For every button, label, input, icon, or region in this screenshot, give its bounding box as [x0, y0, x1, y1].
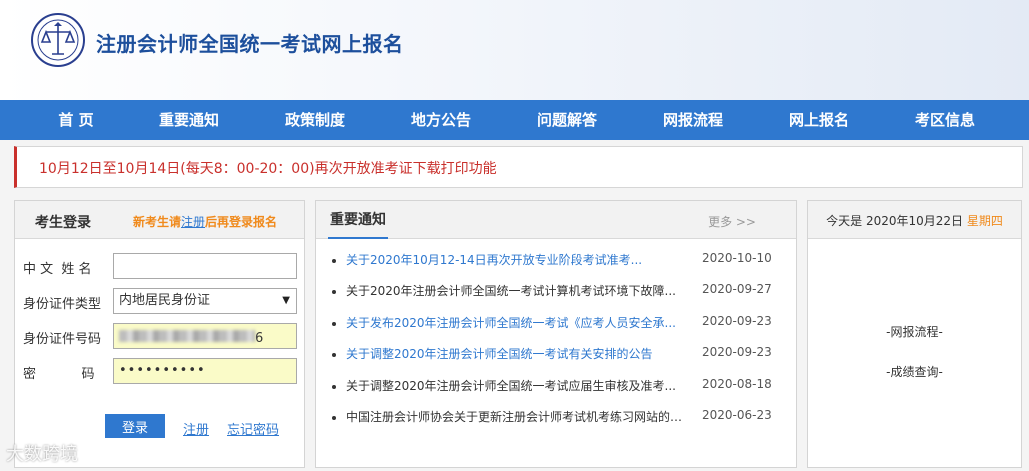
nav-online-registration[interactable]: 网上报名: [756, 100, 882, 140]
login-title: 考生登录: [35, 215, 91, 231]
name-input[interactable]: [113, 253, 297, 279]
news-item-date: 2020-09-23: [702, 313, 772, 328]
id-number-label: 身份证件号码: [23, 332, 102, 347]
id-type-label: 身份证件类型: [23, 297, 102, 312]
news-panel: 重要通知 更多 >> 关于2020年10月12-14日再次开放专业阶段考试准考.…: [315, 200, 797, 468]
site-title: 注册会计师全国统一考试网上报名: [96, 32, 404, 56]
cicpa-logo-icon: [31, 13, 85, 67]
list-item: 关于调整2020年注册会计师全国统一考试有关安排的公告 2020-09-23: [330, 345, 790, 376]
notice-text[interactable]: 10月12日至10月14日(每天8：00-20：00)再次开放准考证下载打印功能: [39, 158, 497, 178]
register-hint: 新考生请注册后再登录报名: [133, 213, 277, 230]
nav-policy[interactable]: 政策制度: [252, 100, 378, 140]
today-date-text: 今天是 2020年10月22日: [826, 214, 964, 228]
today-date: 今天是 2020年10月22日 星期四: [808, 212, 1021, 229]
news-list: 关于2020年10月12-14日再次开放专业阶段考试准考... 2020-10-…: [330, 251, 790, 439]
id-type-row: 身份证件类型 内地居民身份证 ▼: [23, 288, 303, 314]
password-input[interactable]: ••••••••••: [113, 358, 297, 384]
news-item-title[interactable]: 关于2020年10月12-14日再次开放专业阶段考试准考...: [346, 251, 692, 268]
bullet-icon: [332, 321, 336, 326]
page-header: 注册会计师全国统一考试网上报名: [0, 0, 1029, 100]
bullet-icon: [332, 259, 336, 263]
news-header: 重要通知 更多 >>: [316, 201, 796, 239]
notice-bar: 10月12日至10月14日(每天8：00-20：00)再次开放准考证下载打印功能: [14, 146, 1023, 188]
nav-local-announcements[interactable]: 地方公告: [378, 100, 504, 140]
forgot-password-link[interactable]: 忘记密码: [227, 419, 279, 438]
news-title[interactable]: 重要通知: [328, 201, 388, 239]
news-item-title[interactable]: 中国注册会计师协会关于更新注册会计师考试机考练习网站的公...: [346, 408, 692, 425]
side-panel: 今天是 2020年10月22日 星期四 -网报流程- -成绩查询-: [807, 200, 1022, 468]
nav-home[interactable]: 首 页: [26, 100, 126, 140]
login-button[interactable]: 登录: [105, 414, 165, 438]
list-item: 关于2020年10月12-14日再次开放专业阶段考试准考... 2020-10-…: [330, 251, 790, 282]
registration-process-link[interactable]: -网报流程-: [808, 323, 1021, 340]
id-number-tail: 6: [255, 331, 264, 346]
bullet-icon: [332, 290, 336, 295]
bullet-icon: [332, 353, 336, 358]
id-type-value: 内地居民身份证: [119, 293, 211, 308]
news-item-date: 2020-09-23: [702, 345, 772, 360]
nav-exam-area-info[interactable]: 考区信息: [882, 100, 1008, 140]
login-panel: 考生登录 新考生请注册后再登录报名 中 文 姓 名 身份证件类型 内地居民身份证…: [14, 200, 305, 468]
name-row: 中 文 姓 名: [23, 253, 303, 279]
news-item-title[interactable]: 关于调整2020年注册会计师全国统一考试应届生审核及准考...: [346, 377, 692, 394]
password-row: 密 码 ••••••••••: [23, 358, 303, 384]
dropdown-arrow-icon: ▼: [282, 295, 290, 306]
news-item-date: 2020-08-18: [702, 376, 772, 391]
weekday: 星期四: [966, 214, 1003, 228]
list-item: 关于2020年注册会计师全国统一考试计算机考试环境下故障... 2020-09-…: [330, 282, 790, 313]
nav-faq[interactable]: 问题解答: [504, 100, 630, 140]
login-header: 考生登录 新考生请注册后再登录报名: [15, 201, 304, 239]
password-label: 密 码: [23, 367, 95, 382]
list-item: 关于发布2020年注册会计师全国统一考试《应考人员安全承... 2020-09-…: [330, 314, 790, 345]
id-number-row: 身份证件号码 6: [23, 323, 303, 349]
register-link[interactable]: 注册: [183, 419, 209, 438]
id-type-select[interactable]: 内地居民身份证 ▼: [113, 288, 297, 314]
news-item-date: 2020-09-27: [702, 282, 772, 297]
hint-suffix: 后再登录报名: [205, 215, 278, 229]
bullet-icon: [332, 384, 336, 389]
hint-register-link[interactable]: 注册: [181, 215, 205, 229]
nav-registration-process[interactable]: 网报流程: [630, 100, 756, 140]
news-item-date: 2020-06-23: [702, 407, 772, 422]
list-item: 中国注册会计师协会关于更新注册会计师考试机考练习网站的公... 2020-06-…: [330, 408, 790, 439]
main-nav: 首 页 重要通知 政策制度 地方公告 问题解答 网报流程 网上报名 考区信息: [0, 100, 1029, 140]
news-more-link[interactable]: 更多 >>: [708, 213, 756, 230]
news-item-title[interactable]: 关于发布2020年注册会计师全国统一考试《应考人员安全承...: [346, 314, 692, 331]
score-inquiry-link[interactable]: -成绩查询-: [808, 363, 1021, 380]
hint-prefix: 新考生请: [133, 215, 182, 229]
news-item-date: 2020-10-10: [702, 251, 772, 265]
watermark: 大数跨境: [6, 444, 78, 465]
news-item-title[interactable]: 关于2020年注册会计师全国统一考试计算机考试环境下故障...: [346, 282, 692, 299]
news-item-title[interactable]: 关于调整2020年注册会计师全国统一考试有关安排的公告: [346, 345, 692, 362]
bullet-icon: [332, 415, 336, 420]
redacted-id-number: [119, 330, 255, 342]
id-number-input[interactable]: 6: [113, 323, 297, 349]
name-label: 中 文 姓 名: [23, 262, 92, 277]
date-header: 今天是 2020年10月22日 星期四: [808, 201, 1021, 239]
nav-important-notice[interactable]: 重要通知: [126, 100, 252, 140]
list-item: 关于调整2020年注册会计师全国统一考试应届生审核及准考... 2020-08-…: [330, 377, 790, 408]
